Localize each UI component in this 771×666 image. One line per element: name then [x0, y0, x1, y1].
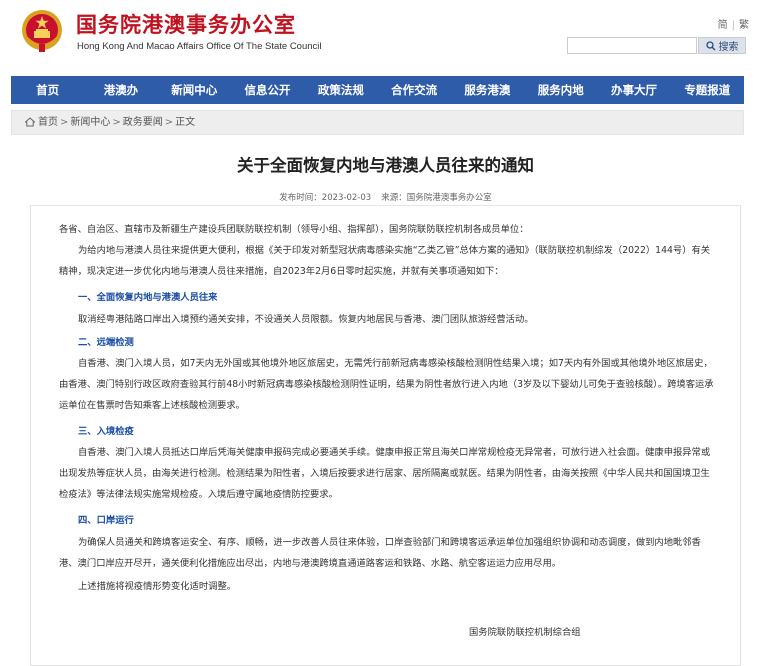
- search-button[interactable]: 搜索: [698, 37, 746, 54]
- nav-item-news[interactable]: 新闻中心: [158, 76, 231, 104]
- national-emblem-icon[interactable]: [20, 8, 64, 54]
- simplified-chinese-link[interactable]: 简: [718, 20, 728, 31]
- language-links: 简 | 繁: [718, 16, 749, 31]
- section-paragraph-2: 自香港、澳门入境人员，如7天内无外国或其他境外地区旅居史，无需凭行前新冠病毒感染…: [59, 358, 714, 411]
- source-label: 来源：: [381, 193, 407, 203]
- home-icon[interactable]: [24, 113, 36, 136]
- link-separator: |: [731, 20, 735, 31]
- nav-item-home[interactable]: 首页: [11, 76, 84, 104]
- search-button-label: 搜索: [718, 42, 739, 53]
- nav-item-cooperation[interactable]: 合作交流: [377, 76, 450, 104]
- breadcrumb-separator: >: [164, 117, 174, 128]
- nav-item-hkmao[interactable]: 港澳办: [84, 76, 157, 104]
- breadcrumb-news[interactable]: 新闻中心: [70, 117, 110, 128]
- nav-item-policy[interactable]: 政策法规: [304, 76, 377, 104]
- search-input[interactable]: [567, 37, 697, 54]
- publish-label: 发布时间：: [279, 193, 322, 203]
- section-heading-3: 三、入境检疫: [78, 426, 134, 437]
- signature: 国务院联防联控机制综合组: [469, 627, 581, 638]
- publish-date: 2023-02-03: [321, 193, 372, 203]
- breadcrumb-gov-news[interactable]: 政务要闻: [123, 117, 163, 128]
- site-header: 国务院港澳事务办公室 Hong Kong And Macao Affairs O…: [0, 0, 771, 70]
- section-heading-2: 二、远端检测: [78, 337, 134, 348]
- section-paragraph-1: 取消经粤港陆路口岸出入境预约通关安排，不设通关人员限额。恢复内地居民与香港、澳门…: [78, 314, 534, 325]
- search-icon: [705, 40, 715, 50]
- closing-paragraph: 上述措施将视疫情形势变化适时调整。: [78, 581, 237, 592]
- nav-item-services[interactable]: 办事大厅: [597, 76, 670, 104]
- nav-item-serve-mainland[interactable]: 服务内地: [524, 76, 597, 104]
- section-heading-1: 一、全面恢复内地与港澳人员往来: [78, 292, 218, 303]
- breadcrumb-home[interactable]: 首页: [38, 117, 58, 128]
- section-paragraph-3: 自香港、澳门入境人员抵达口岸后凭海关健康申报码完成必要通关手续。健康申报正常且海…: [59, 447, 711, 500]
- breadcrumb-separator: >: [60, 117, 69, 128]
- nav-item-special[interactable]: 专题报道: [671, 76, 744, 104]
- salutation: 各省、自治区、直辖市及新疆生产建设兵团联防联控机制（领导小组、指挥部），国务院联…: [59, 224, 529, 235]
- main-nav: 首页 港澳办 新闻中心 信息公开 政策法规 合作交流 服务港澳 服务内地 办事大…: [11, 76, 744, 104]
- section-heading-4: 四、口岸运行: [78, 515, 134, 526]
- breadcrumb-current: 正文: [175, 117, 196, 128]
- section-paragraph-4: 为确保人员通关和跨境客运安全、有序、顺畅，进一步改善人员往来体验，口岸查验部门和…: [59, 537, 701, 569]
- intro-paragraph: 为给内地与港澳人员往来提供更大便利，根据《关于印发对新型冠状病毒感染实施“乙类乙…: [59, 245, 711, 277]
- article-title: 关于全面恢复内地与港澳人员往来的通知: [237, 156, 534, 175]
- breadcrumb-separator: >: [112, 117, 121, 128]
- nav-item-serve-hkmacao[interactable]: 服务港澳: [451, 76, 524, 104]
- source-value: 国务院港澳事务办公室: [406, 193, 492, 203]
- article-meta: 发布时间：2023-02-03 来源：国务院港澳事务办公室: [0, 191, 771, 203]
- site-title: 国务院港澳事务办公室: [76, 12, 296, 37]
- site-subtitle: Hong Kong And Macao Affairs Office Of Th…: [77, 41, 322, 52]
- nav-item-info[interactable]: 信息公开: [231, 76, 304, 104]
- breadcrumb: 首页 > 新闻中心 > 政务要闻 > 正文: [11, 110, 744, 135]
- traditional-chinese-link[interactable]: 繁: [739, 20, 749, 31]
